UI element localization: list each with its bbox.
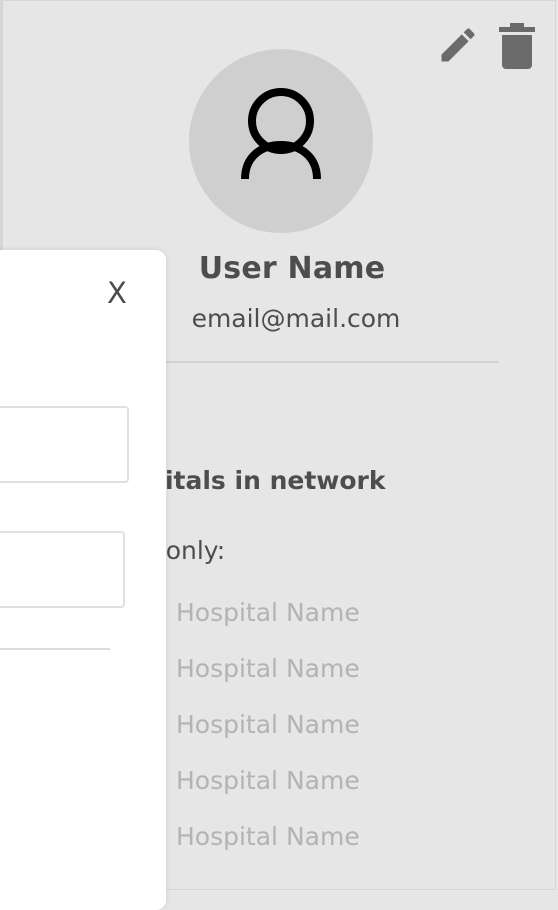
- user-email: email@mail.com: [191, 304, 401, 333]
- close-button[interactable]: X: [107, 278, 127, 308]
- pencil-icon: [441, 28, 475, 62]
- hospital-item: Hospital Name: [176, 710, 360, 739]
- panel-divider: [0, 648, 110, 650]
- overlay-panel: X: [0, 250, 166, 910]
- hospital-item: Hospital Name: [176, 654, 360, 683]
- hospital-list: Hospital Name Hospital Name Hospital Nam…: [176, 595, 360, 875]
- panel-input-2[interactable]: [0, 531, 125, 608]
- hospital-item: Hospital Name: [176, 766, 360, 795]
- trash-icon: [499, 23, 535, 69]
- avatar: [189, 49, 373, 233]
- profile-divider: [123, 361, 499, 363]
- user-name: User Name: [198, 251, 386, 286]
- user-icon: [241, 88, 321, 180]
- panel-input-1[interactable]: [0, 406, 129, 483]
- hospital-item: Hospital Name: [176, 598, 360, 627]
- edit-button[interactable]: [436, 23, 480, 67]
- hospital-item: Hospital Name: [176, 822, 360, 851]
- delete-button[interactable]: [499, 23, 535, 69]
